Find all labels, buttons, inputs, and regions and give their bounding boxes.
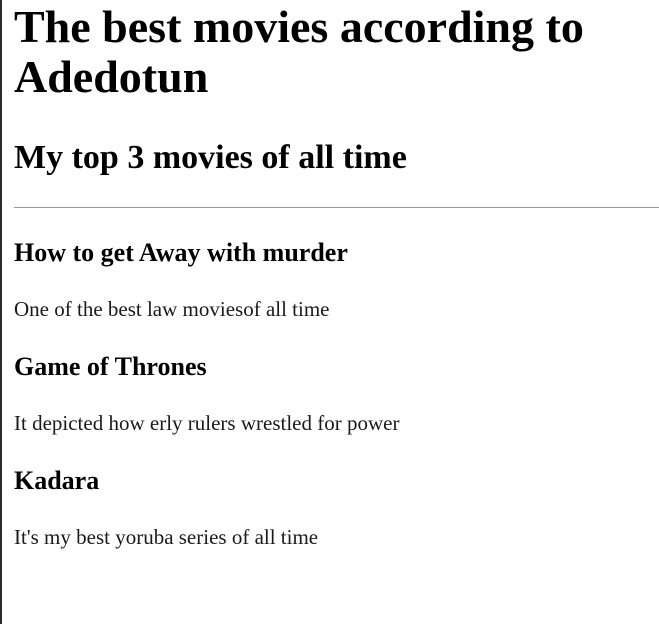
page-subtitle: My top 3 movies of all time: [14, 139, 407, 176]
movie-title: Kadara: [14, 466, 100, 495]
movie-item: Kadara It's my best yoruba series of all…: [14, 466, 659, 550]
movie-description: One of the best law moviesof all time: [14, 297, 330, 321]
page-title: The best movies according to Adedotun: [14, 1, 584, 102]
movie-title: How to get Away with murder: [14, 238, 348, 267]
movie-item: Game of Thrones It depicted how erly rul…: [14, 352, 659, 436]
movie-description: It's my best yoruba series of all time: [14, 525, 319, 549]
page-content: The best movies according to Adedotun My…: [14, 0, 659, 550]
section-divider: [14, 207, 659, 208]
movie-item: How to get Away with murder One of the b…: [14, 238, 659, 322]
movie-description: It depicted how erly rulers wrestled for…: [14, 411, 400, 435]
movie-title: Game of Thrones: [14, 352, 207, 381]
window-left-border: [0, 0, 2, 624]
